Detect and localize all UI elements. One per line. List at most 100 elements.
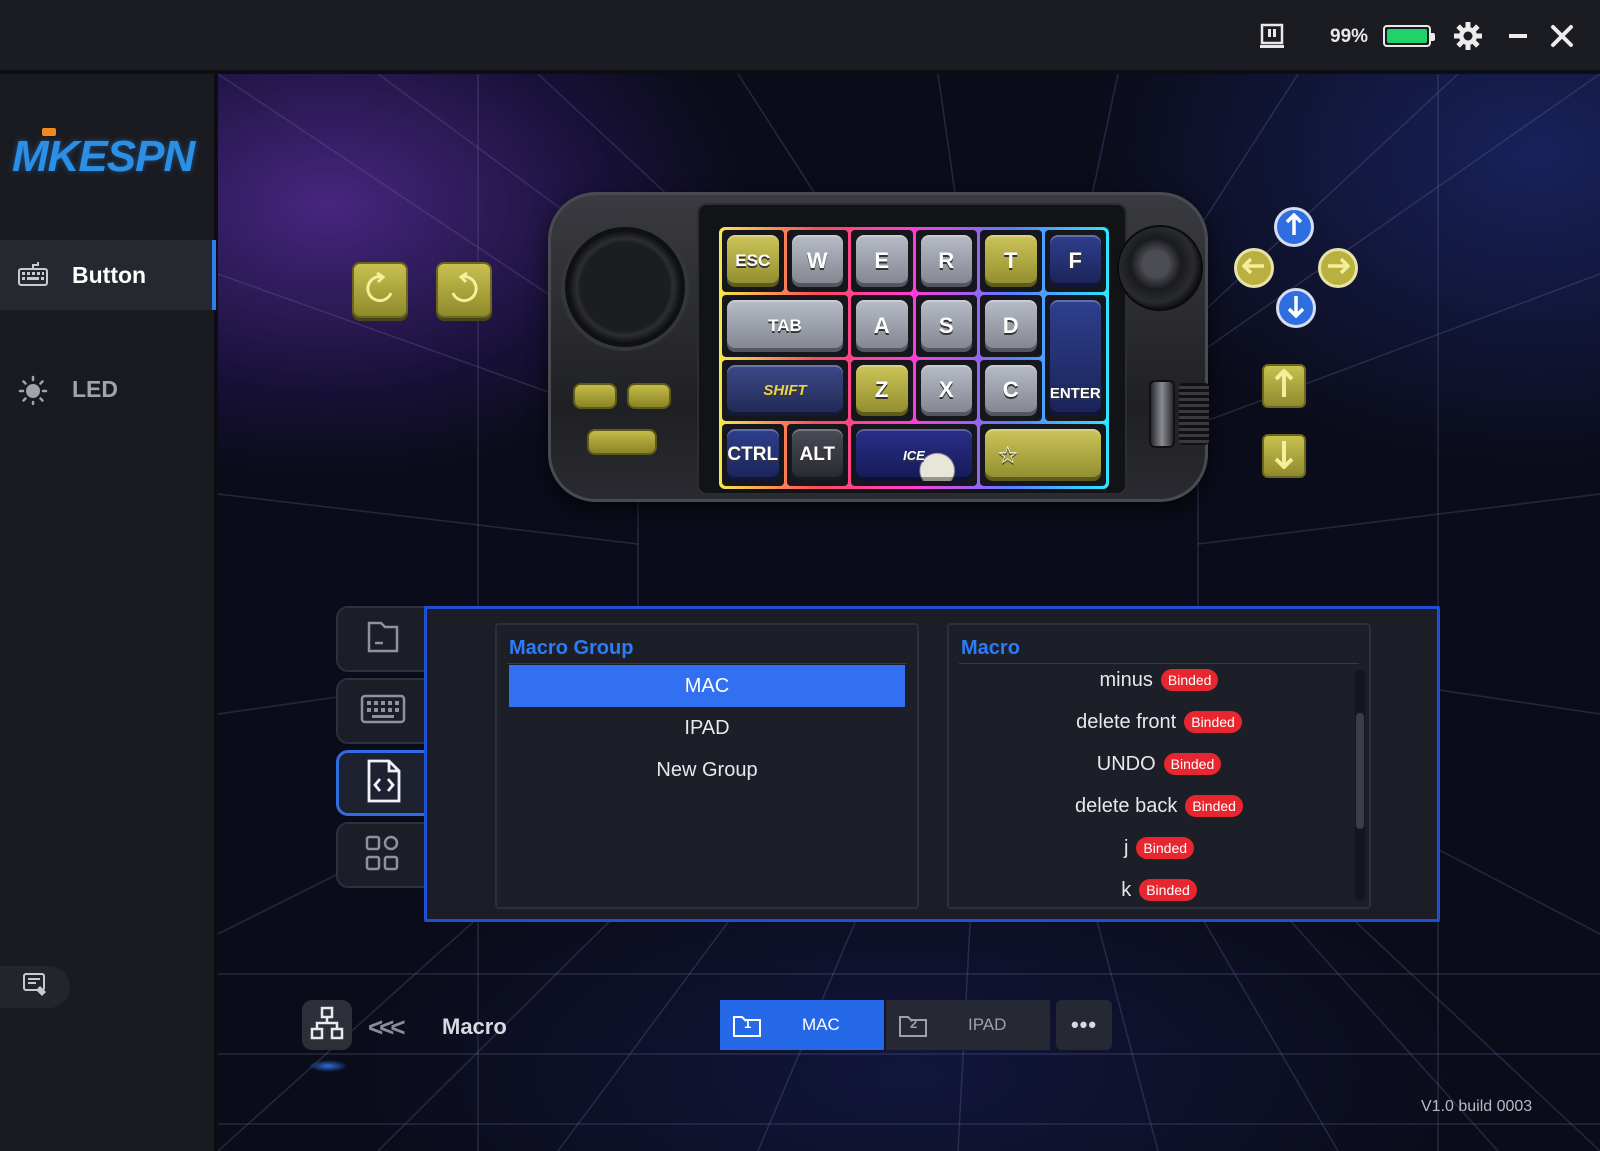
group-item-mac[interactable]: MAC — [509, 665, 905, 707]
more-button[interactable]: ••• — [1056, 1000, 1112, 1050]
key-d[interactable]: D — [980, 294, 1042, 357]
key-grid: ESC W E R T F TAB A S D ENTER SHIFT Z X … — [719, 227, 1109, 489]
joystick-down-button[interactable] — [1276, 288, 1316, 328]
function-tabs — [336, 606, 428, 894]
key-star[interactable]: ☆ — [980, 424, 1106, 486]
arrow-up-icon — [1273, 367, 1295, 404]
sidebar-item-button[interactable]: Button — [0, 240, 216, 310]
battery-icon — [1383, 25, 1435, 47]
group-number: 2 — [910, 1016, 918, 1031]
battery-percent: 99% — [1330, 26, 1369, 47]
tab-keyboard[interactable] — [336, 678, 428, 744]
joystick-left-button[interactable] — [1234, 248, 1274, 288]
tab-apps[interactable] — [336, 822, 428, 888]
group-item-ipad[interactable]: IPAD — [509, 707, 905, 749]
rotate-left-button[interactable] — [352, 262, 408, 318]
device-icon[interactable] — [1258, 22, 1286, 50]
rotate-ccw-icon — [363, 271, 397, 310]
key-t[interactable]: T — [980, 230, 1042, 292]
key-space[interactable]: ICE — [851, 424, 977, 486]
binded-badge: Binded — [1136, 837, 1195, 859]
sun-icon — [18, 375, 48, 406]
key-label: F — [1049, 235, 1101, 287]
macro-item[interactable]: UNDO Binded — [959, 743, 1359, 785]
rotate-cw-icon — [447, 271, 481, 310]
key-f[interactable]: F — [1044, 230, 1106, 292]
key-label: A — [856, 299, 908, 352]
divider — [959, 663, 1359, 664]
group-number: 1 — [744, 1016, 752, 1031]
mode-indicator-glow — [308, 1060, 348, 1072]
macro-group-box: Macro Group MAC IPAD New Group — [495, 623, 919, 909]
key-label: W — [791, 235, 843, 287]
divider — [507, 663, 907, 664]
key-a[interactable]: A — [851, 294, 913, 357]
feedback-button[interactable] — [0, 966, 70, 1008]
key-x[interactable]: X — [915, 359, 977, 422]
key-label: CTRL — [727, 429, 779, 481]
key-label: ESC — [727, 235, 779, 287]
group-tab-ipad[interactable]: 2 IPAD — [886, 1000, 1050, 1050]
minimize-icon[interactable] — [1504, 22, 1532, 50]
code-file-icon — [365, 759, 403, 808]
side-button-2[interactable] — [627, 383, 671, 409]
key-shift[interactable]: SHIFT — [722, 359, 848, 422]
scroll-wheel[interactable] — [1149, 380, 1175, 448]
key-w[interactable]: W — [786, 230, 848, 292]
key-label: ICE — [856, 429, 972, 481]
key-label: E — [856, 235, 908, 287]
device-screen: ESC W E R T F TAB A S D ENTER SHIFT Z X … — [697, 203, 1127, 495]
scrollbar-thumb[interactable] — [1356, 713, 1364, 829]
macro-item[interactable]: minus Binded — [959, 665, 1359, 701]
binded-badge: Binded — [1185, 795, 1243, 817]
key-s[interactable]: S — [915, 294, 977, 357]
side-button-3[interactable] — [587, 429, 657, 455]
arrow-right-icon — [1326, 256, 1351, 281]
key-label: D — [985, 299, 1037, 352]
macro-item-label: delete front — [1076, 710, 1177, 733]
version-label: V1.0 build 0003 — [1421, 1098, 1533, 1115]
gear-icon[interactable] — [1452, 20, 1484, 52]
key-tab[interactable]: TAB — [722, 294, 848, 357]
app-window: 99% MKESPN Button LED ESC W E R T F TAB … — [0, 0, 1600, 1151]
key-enter[interactable]: ENTER — [1044, 294, 1106, 422]
key-c[interactable]: C — [980, 359, 1042, 422]
wheel-up-button[interactable] — [1262, 364, 1306, 408]
binded-badge: Binded — [1139, 879, 1197, 901]
side-button-1[interactable] — [573, 383, 617, 409]
group-tab-mac[interactable]: 1 MAC — [720, 1000, 884, 1050]
key-r[interactable]: R — [915, 230, 977, 292]
key-ctrl[interactable]: CTRL — [722, 424, 784, 486]
macro-item[interactable]: j Binded — [959, 827, 1359, 869]
left-knob[interactable] — [565, 227, 685, 347]
macro-scrollbar[interactable] — [1355, 669, 1365, 901]
sidebar: MKESPN Button LED — [0, 74, 216, 1151]
macro-item[interactable]: k Binded — [959, 869, 1359, 901]
folder-icon — [363, 617, 403, 662]
main-area: ESC W E R T F TAB A S D ENTER SHIFT Z X … — [218, 74, 1600, 1151]
macro-group-title: Macro Group — [509, 637, 634, 659]
tab-macro[interactable] — [336, 750, 428, 816]
sidebar-item-led[interactable]: LED — [0, 354, 216, 424]
macro-item[interactable]: delete front Binded — [959, 701, 1359, 743]
key-e[interactable]: E — [851, 230, 913, 292]
tab-files[interactable] — [336, 606, 428, 672]
joystick-up-button[interactable] — [1274, 207, 1314, 247]
key-z[interactable]: Z — [851, 359, 913, 422]
group-tab-label: MAC — [802, 1015, 840, 1034]
close-icon[interactable] — [1548, 22, 1576, 50]
device-preview: ESC W E R T F TAB A S D ENTER SHIFT Z X … — [548, 192, 1209, 502]
group-item-new-group[interactable]: New Group — [509, 749, 905, 791]
mode-switch-button[interactable] — [302, 1000, 352, 1050]
key-alt[interactable]: ALT — [786, 424, 848, 486]
key-label: R — [920, 235, 972, 287]
battery-fill — [1387, 29, 1427, 43]
binded-badge: Binded — [1184, 711, 1242, 733]
joystick-right-button[interactable] — [1318, 248, 1358, 288]
right-joystick[interactable] — [1117, 225, 1203, 311]
macro-item[interactable]: delete back Binded — [959, 785, 1359, 827]
rotate-right-button[interactable] — [436, 262, 492, 318]
grid-icon — [363, 833, 403, 878]
key-esc[interactable]: ESC — [722, 230, 784, 292]
wheel-down-button[interactable] — [1262, 434, 1306, 478]
